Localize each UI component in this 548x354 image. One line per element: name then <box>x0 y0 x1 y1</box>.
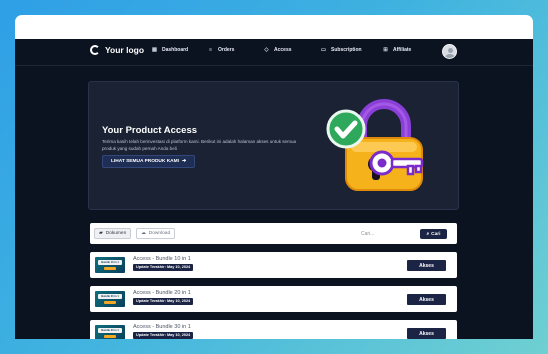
nav-subscription-label: Subscription <box>331 47 362 53</box>
list-item: Bundle 20 in 1 Access - Bundle 20 in 1 U… <box>90 286 457 312</box>
top-navbar: Your logo ▦ Dashboard ≡ Orders ◇ Access … <box>15 39 533 66</box>
cloud-download-icon: ☁ <box>141 231 146 236</box>
access-button[interactable]: Akses <box>407 328 446 339</box>
nav-dashboard[interactable]: ▦ Dashboard <box>151 47 188 53</box>
view-all-products-label: LIHAT SEMUA PRODUK KAMI <box>111 159 179 164</box>
arrow-right-icon: ➔ <box>181 159 186 164</box>
nav-subscription[interactable]: ▭ Subscription <box>320 47 362 53</box>
product-title: Access - Bundle 20 in 1 <box>133 290 191 296</box>
list-item: Bundle 10 in 1 Access - Bundle 10 in 1 U… <box>90 252 457 278</box>
hero-description: Terima kasih telah berinvestasi di platf… <box>102 139 297 151</box>
list-icon: ≡ <box>208 47 213 53</box>
product-thumbnail: Bundle 30 in 1 <box>95 325 125 339</box>
tab-download-label: Download <box>148 231 171 236</box>
nav-orders[interactable]: ≡ Orders <box>207 47 235 53</box>
view-all-products-button[interactable]: LIHAT SEMUA PRODUK KAMI ➔ <box>102 155 195 168</box>
folder-icon: ▰ <box>99 231 103 236</box>
app-window: Your logo ▦ Dashboard ≡ Orders ◇ Access … <box>15 39 533 339</box>
list-item: Bundle 30 in 1 Access - Bundle 30 in 1 U… <box>90 320 457 339</box>
product-thumbnail: Bundle 20 in 1 <box>95 291 125 307</box>
thumbnail-label: Bundle 20 in 1 <box>98 294 122 299</box>
search-button[interactable]: ⌕ Cari <box>420 229 447 239</box>
access-button[interactable]: Akses <box>407 260 446 271</box>
filter-bar: ▰ Dokumen ☁ Download ⌕ Cari <box>90 223 457 244</box>
browser-top-bar <box>15 15 533 39</box>
tab-dokumen-label: Dokumen <box>105 231 127 236</box>
nav-dashboard-label: Dashboard <box>162 47 189 53</box>
tab-download[interactable]: ☁ Download <box>136 228 176 239</box>
logo[interactable]: Your logo <box>90 45 144 55</box>
search-button-label: Cari <box>431 231 441 237</box>
hero-card: Your Product Access Terima kasih telah b… <box>88 81 459 210</box>
nav-orders-label: Orders <box>218 47 235 53</box>
hero-title: Your Product Access <box>102 125 198 136</box>
access-button[interactable]: Akses <box>407 294 446 305</box>
update-badge: Update Terakhir: May 10, 2024 <box>133 332 194 339</box>
lock-key-illustration <box>326 99 424 191</box>
share-icon: ⊞ <box>383 47 388 53</box>
diamond-icon: ◇ <box>264 47 269 53</box>
thumbnail-label: Bundle 30 in 1 <box>98 328 122 333</box>
user-avatar[interactable] <box>442 44 457 59</box>
nav-access[interactable]: ◇ Access <box>263 47 292 53</box>
update-badge: Update Terakhir: May 10, 2024 <box>133 264 194 271</box>
card-icon: ▭ <box>320 47 327 53</box>
search-icon: ⌕ <box>426 232 430 237</box>
nav-affiliate[interactable]: ⊞ Affiliate <box>382 47 411 53</box>
thumbnail-label: Bundle 10 in 1 <box>98 260 122 265</box>
logo-text: Your logo <box>105 45 145 55</box>
product-title: Access - Bundle 30 in 1 <box>133 324 191 330</box>
nav-access-label: Access <box>274 47 292 53</box>
grid-icon: ▦ <box>151 47 158 53</box>
check-badge-icon <box>326 109 366 149</box>
product-title: Access - Bundle 10 in 1 <box>133 256 191 262</box>
product-thumbnail: Bundle 10 in 1 <box>95 257 125 273</box>
update-badge: Update Terakhir: May 10, 2024 <box>133 298 194 305</box>
logo-icon <box>90 45 100 55</box>
nav-affiliate-label: Affiliate <box>393 47 412 53</box>
tab-dokumen[interactable]: ▰ Dokumen <box>94 228 132 239</box>
search-input[interactable] <box>359 228 418 239</box>
